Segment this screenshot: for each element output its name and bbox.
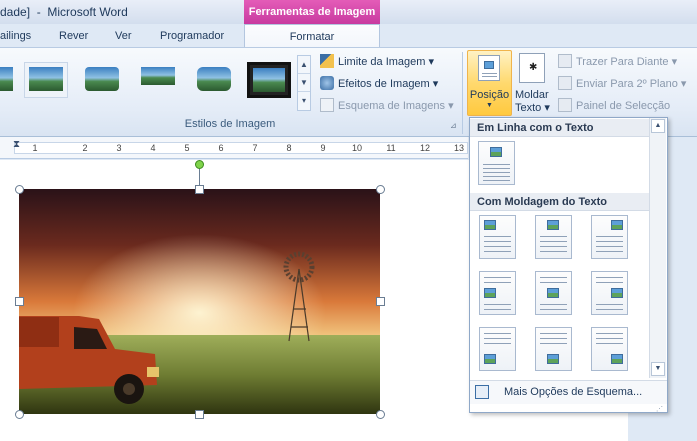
gallery-down-arrow-icon[interactable]: ▼ (298, 74, 310, 92)
resize-handle-left[interactable] (15, 297, 24, 306)
resize-grip-icon[interactable]: ⋰ (656, 405, 663, 413)
context-tools-title: Ferramentas de Imagem (244, 0, 380, 24)
ruler-number: 12 (420, 143, 431, 153)
scroll-up-arrow-icon[interactable]: ▲ (651, 119, 665, 133)
window-title: dade] - Microsoft Word (0, 5, 128, 19)
gallery-scrollbar[interactable]: ▲ ▼ ▾ (297, 55, 311, 111)
picture-style-thumbnail[interactable] (0, 62, 18, 98)
esquema-imagens-button[interactable]: Esquema de Imagens ▾ (320, 98, 454, 112)
tab-ver[interactable]: Ver (115, 27, 132, 45)
resize-handle-right[interactable] (376, 297, 385, 306)
position-icon (478, 55, 500, 81)
picture-style-thumbnail[interactable] (80, 62, 124, 98)
mais-opcoes-esquema-item[interactable]: Mais Opções de Esquema... (470, 380, 667, 404)
layout-bottom-left-option[interactable] (479, 327, 516, 371)
section-em-linha: Em Linha com o Texto (470, 119, 649, 137)
moldar-label[interactable]: Moldar (515, 89, 549, 101)
limite-imagem-label: Limite da Imagem (338, 56, 426, 68)
layout-bottom-right-option[interactable] (591, 327, 628, 371)
dialog-launcher-icon[interactable]: ⊿ (450, 121, 457, 130)
limite-imagem-button[interactable]: Limite da Imagem ▾ (320, 54, 434, 68)
rotation-handle[interactable] (195, 160, 204, 169)
mais-opcoes-label: Mais Opções de Esquema... (504, 386, 643, 398)
selected-picture[interactable] (19, 189, 380, 414)
posicao-label: Posição (469, 89, 510, 101)
landscape-image (19, 189, 380, 414)
picture-effects-icon (320, 76, 334, 90)
resize-handle-bottom-right[interactable] (376, 410, 385, 419)
picture-style-thumbnail[interactable] (136, 62, 180, 98)
painel-seleccao-button[interactable]: Painel de Selecção (558, 98, 670, 112)
tab-mailings[interactable]: ailings (0, 27, 31, 45)
section-com-moldagem: Com Moldagem do Texto (470, 193, 649, 211)
layout-options-icon (475, 385, 489, 399)
scroll-down-arrow-icon[interactable]: ▼ (651, 362, 665, 376)
ruler-number: 10 (352, 143, 363, 153)
trazer-label: Trazer Para Diante (576, 56, 669, 68)
painel-label: Painel de Selecção (576, 100, 671, 112)
wrap-text-icon[interactable]: ✱ (519, 53, 545, 83)
gallery-more-icon[interactable]: ▾ (298, 92, 310, 110)
resize-handle-bottom-left[interactable] (15, 410, 24, 419)
bring-forward-icon (558, 54, 572, 68)
ruler-number: 3 (116, 143, 122, 153)
resize-handle-top[interactable] (195, 185, 204, 194)
tab-formatar[interactable]: Formatar (244, 24, 380, 49)
layout-top-right-option[interactable] (591, 215, 628, 259)
resize-handle-bottom[interactable] (195, 410, 204, 419)
moldar-texto-button[interactable]: Texto ▾ (515, 101, 550, 114)
ruler-number: 2 (82, 143, 88, 153)
enviar-label: Enviar Para 2º Plano (576, 78, 678, 90)
picture-style-thumbnail[interactable] (192, 62, 236, 98)
trazer-para-diante-button[interactable]: Trazer Para Diante ▾ (558, 54, 677, 68)
layout-middle-center-option[interactable] (535, 271, 572, 315)
layout-inline-option[interactable] (478, 141, 515, 185)
layout-top-left-option[interactable] (479, 215, 516, 259)
posicao-dropdown-arrow-icon: ▼ (486, 102, 493, 109)
picture-style-thumbnail-selected[interactable] (247, 62, 291, 98)
send-backward-icon (558, 76, 572, 90)
ruler-number: 4 (150, 143, 156, 153)
esquema-imagens-label: Esquema de Imagens (338, 100, 446, 112)
ruler-number: 1 (32, 143, 38, 153)
layout-middle-right-option[interactable] (591, 271, 628, 315)
ruler-number: 9 (320, 143, 326, 153)
picture-layout-icon (320, 98, 334, 112)
ruler-number: 5 (184, 143, 190, 153)
layout-middle-left-option[interactable] (479, 271, 516, 315)
group-label-estilos: Estilos de Imagem (184, 118, 276, 130)
ruler-number: 11 (386, 143, 396, 153)
resize-handle-top-left[interactable] (15, 185, 24, 194)
dropdown-scrollbar[interactable]: ▲ ▼ (649, 118, 666, 378)
layout-bottom-center-option[interactable] (535, 327, 572, 371)
gallery-up-arrow-icon[interactable]: ▲ (298, 56, 310, 74)
ruler-number: 13 (454, 143, 465, 153)
texto-label: Texto (515, 102, 542, 114)
efeitos-imagem-label: Efeitos de Imagem (338, 78, 430, 90)
tab-programador[interactable]: Programador (160, 27, 224, 45)
ruler-number: 6 (218, 143, 224, 153)
ruler-number: 7 (252, 143, 258, 153)
group-divider (462, 52, 463, 134)
layout-top-center-option[interactable] (535, 215, 572, 259)
enviar-para-segundo-plano-button[interactable]: Enviar Para 2º Plano ▾ (558, 76, 686, 90)
efeitos-imagem-button[interactable]: Efeitos de Imagem ▾ (320, 76, 438, 90)
selection-pane-icon (558, 98, 572, 112)
resize-handle-top-right[interactable] (376, 185, 385, 194)
ruler-number: 8 (286, 143, 292, 153)
indent-marker-icon[interactable]: ⧗ (13, 139, 20, 150)
picture-style-thumbnail[interactable] (24, 62, 68, 98)
tab-rever[interactable]: Rever (59, 27, 88, 45)
pencil-border-icon (320, 54, 334, 68)
